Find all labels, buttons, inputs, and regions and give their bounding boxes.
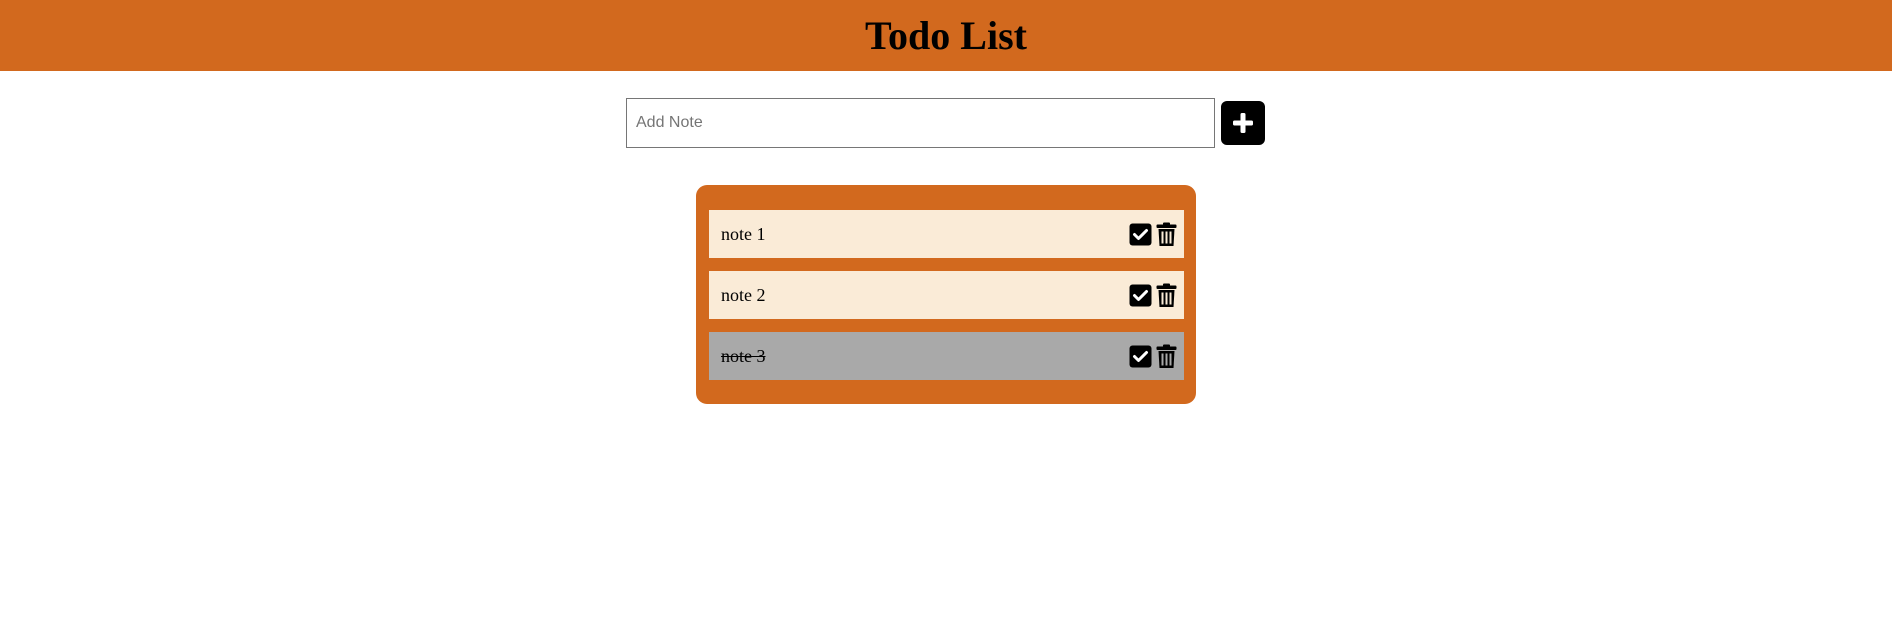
note-item: note 1 (709, 210, 1184, 258)
note-item-completed: note 3 (709, 332, 1184, 380)
plus-icon (1233, 113, 1253, 133)
trash-icon (1156, 344, 1176, 368)
page-title: Todo List (865, 12, 1027, 58)
delete-note-button[interactable] (1154, 343, 1178, 369)
app-header: Todo List (0, 0, 1892, 71)
check-square-icon (1129, 345, 1151, 367)
trash-icon (1156, 283, 1176, 307)
note-item: note 2 (709, 271, 1184, 319)
add-note-input[interactable] (626, 98, 1215, 148)
delete-note-button[interactable] (1154, 282, 1178, 308)
check-square-icon (1129, 284, 1151, 306)
delete-note-button[interactable] (1154, 221, 1178, 247)
note-text: note 1 (721, 223, 766, 244)
add-note-button[interactable] (1221, 101, 1265, 145)
complete-note-button[interactable] (1128, 343, 1152, 369)
note-text: note 3 (721, 345, 766, 366)
note-text: note 2 (721, 284, 766, 305)
trash-icon (1156, 222, 1176, 246)
add-note-form (626, 98, 1265, 148)
note-actions (1128, 343, 1178, 369)
note-actions (1128, 221, 1178, 247)
note-actions (1128, 282, 1178, 308)
check-square-icon (1129, 223, 1151, 245)
complete-note-button[interactable] (1128, 221, 1152, 247)
notes-list: note 1 note 2 note 3 (696, 185, 1196, 404)
complete-note-button[interactable] (1128, 282, 1152, 308)
